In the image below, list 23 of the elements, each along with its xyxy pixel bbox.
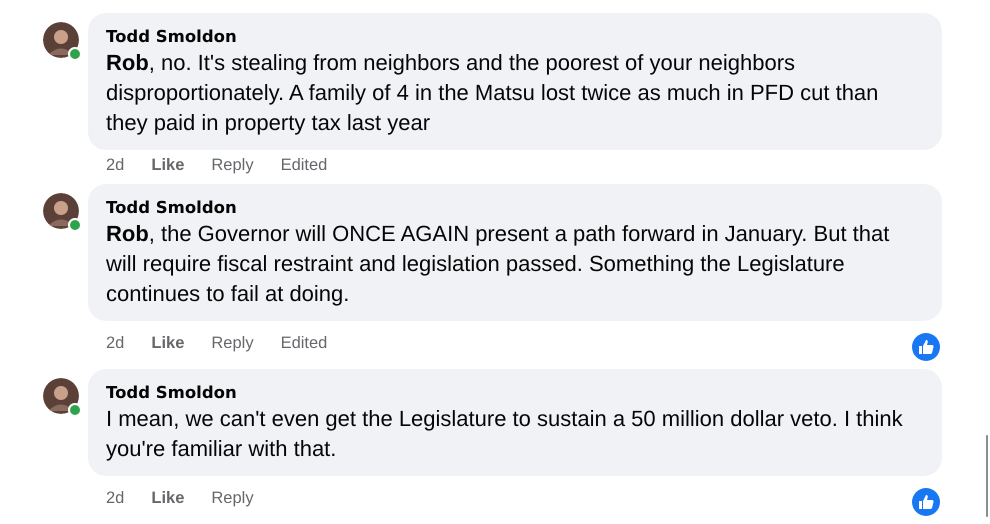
- author-name[interactable]: Todd Smoldon: [106, 197, 237, 219]
- author-name[interactable]: Todd Smoldon: [106, 26, 237, 48]
- timestamp[interactable]: 2d: [106, 154, 124, 176]
- edited-label: Edited: [280, 333, 328, 354]
- avatar[interactable]: [43, 193, 79, 229]
- avatar[interactable]: [43, 22, 79, 58]
- thumbs-up-icon[interactable]: [912, 488, 940, 516]
- timestamp[interactable]: 2d: [106, 487, 124, 509]
- comment-text: Rob, no. It's stealing from neighbors and the poorest of your neighbors disproportionately. A family of 4 in the Matsu lost twice as much in PFD cut than they paid in property tax last year: [106, 49, 880, 137]
- timestamp[interactable]: 2d: [106, 332, 124, 354]
- reply-button[interactable]: Reply: [211, 487, 254, 509]
- comment-text: I mean, we can't even get the Legislature to sustain a 50 million dollar veto. I think you're familiar with that.: [106, 405, 904, 463]
- reply-button[interactable]: Reply: [211, 332, 254, 354]
- reply-button[interactable]: Reply: [211, 154, 254, 176]
- comment-text: Rob, the Governor will ONCE AGAIN present a path forward in January. But that will require fiscal restraint and legislation passed. Something the Legislature continues to fail at doing.: [106, 220, 890, 308]
- scrollbar[interactable]: [986, 435, 988, 517]
- like-button[interactable]: Like: [151, 487, 184, 509]
- avatar[interactable]: [43, 378, 79, 414]
- author-name[interactable]: Todd Smoldon: [106, 382, 237, 404]
- like-button[interactable]: Like: [151, 154, 184, 176]
- edited-label: Edited: [280, 155, 328, 176]
- like-button[interactable]: Like: [151, 332, 184, 354]
- thumbs-up-icon[interactable]: [912, 333, 940, 361]
